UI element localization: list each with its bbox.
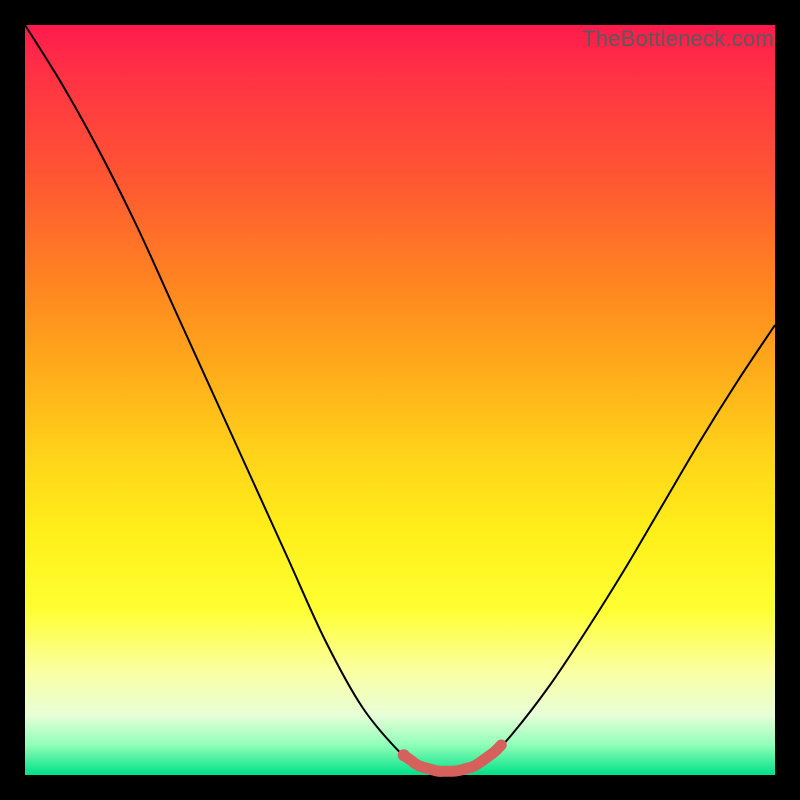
highlight-start-dot — [398, 749, 410, 761]
curve-path — [25, 25, 775, 772]
optimal-highlight — [404, 745, 502, 771]
watermark-text: TheBottleneck.com — [582, 26, 774, 52]
chart-canvas — [25, 25, 775, 775]
bottleneck-curve — [25, 25, 775, 775]
